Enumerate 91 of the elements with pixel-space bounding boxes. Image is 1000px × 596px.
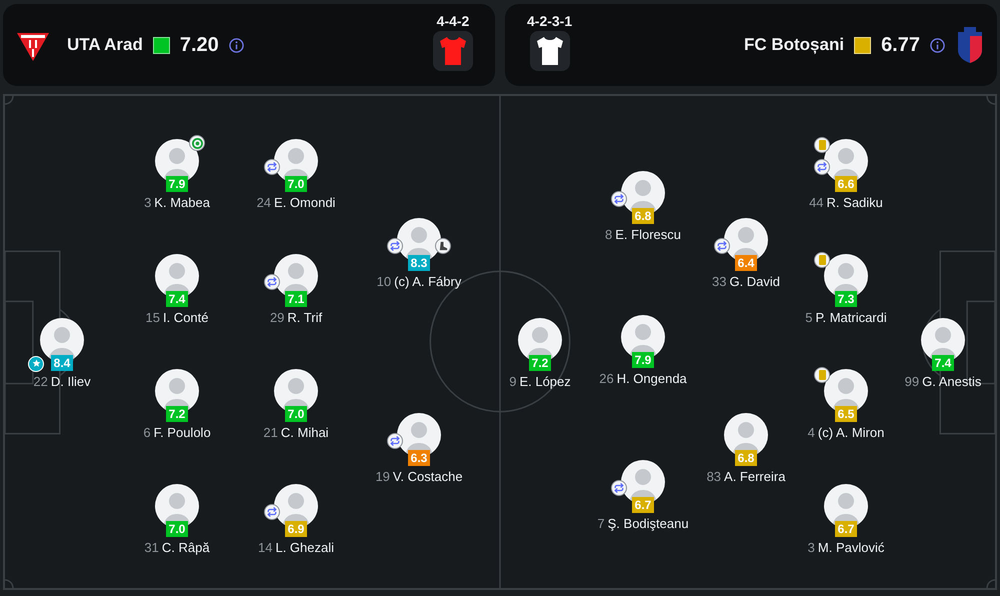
player-rating: 8.4 — [50, 354, 74, 370]
shirt-number: 44 — [809, 195, 824, 210]
boot-icon — [435, 238, 451, 254]
player-name[interactable]: L. Ghezali — [275, 540, 334, 555]
team-rating: 6.77 — [881, 34, 920, 56]
shirt-number: 6 — [143, 425, 151, 440]
player-rating: 7.1 — [284, 291, 308, 307]
shirt-number: 3 — [808, 540, 815, 555]
player-name[interactable]: E. López — [519, 374, 571, 388]
player-name[interactable]: Ş. Bodişteanu — [608, 516, 689, 532]
booking-card-icon — [814, 137, 830, 153]
player-rating: 7.9 — [166, 176, 188, 192]
substitution-icon — [714, 238, 730, 254]
player-name[interactable]: K. Mabea — [154, 195, 210, 210]
shirt-number: 4 — [808, 425, 815, 440]
shirt-number: 24 — [256, 195, 272, 210]
player-name[interactable]: G. Anestis — [922, 374, 982, 388]
player-rating: 6.9 — [284, 521, 308, 537]
team-rating: 7.20 — [180, 34, 219, 56]
player-rating: 7.2 — [166, 406, 188, 422]
substitution-icon — [387, 238, 403, 254]
player-rating: 6.5 — [834, 406, 858, 422]
substitution-icon — [264, 504, 280, 520]
substitution-icon — [814, 159, 830, 175]
player-rating: 7.9 — [632, 352, 654, 368]
player-rating: 7.3 — [834, 291, 858, 307]
player-name[interactable]: C. Râpă — [162, 540, 210, 555]
player-rating: 6.6 — [834, 176, 858, 192]
ball-icon — [189, 135, 205, 151]
team-name[interactable]: UTA Arad — [67, 35, 143, 55]
player-rating: 6.7 — [834, 521, 858, 537]
player-rating: 7.4 — [932, 354, 954, 370]
shirt-number: 7 — [597, 516, 605, 532]
player-rating: 8.3 — [408, 255, 430, 271]
player-rating: 6.8 — [632, 208, 654, 224]
shirt-number: 8 — [605, 226, 612, 242]
shirt-number: 10 — [376, 274, 392, 289]
substitution-icon — [264, 159, 280, 175]
player-name[interactable]: F. Poulolo — [154, 425, 211, 440]
info-icon[interactable] — [228, 38, 244, 52]
shirt-number: 5 — [805, 310, 812, 325]
player-name[interactable]: (c) A. Miron — [818, 425, 884, 440]
player-name[interactable]: C. Mihai — [280, 425, 329, 440]
shirt-number: 31 — [144, 540, 159, 555]
player-name[interactable]: G. David — [729, 274, 780, 289]
player-name[interactable]: R. Trif — [287, 310, 322, 325]
player-name[interactable]: A. Ferreira — [724, 469, 786, 484]
formation: 4-4-2 — [436, 13, 470, 29]
player-name[interactable]: V. Costache — [392, 469, 463, 484]
substitution-icon — [611, 480, 627, 496]
player-rating: 6.4 — [734, 255, 758, 271]
shirt-icon — [439, 36, 467, 66]
player-name[interactable]: H. Ongenda — [616, 371, 687, 386]
player-rating: 6.8 — [734, 450, 758, 466]
shirt-number: 9 — [509, 374, 516, 388]
team-name[interactable]: FC Botoșani — [744, 35, 844, 55]
substitution-icon — [611, 190, 627, 207]
shirt-number: 21 — [263, 425, 278, 440]
player-rating: 7.2 — [528, 354, 552, 370]
shirt-number: 15 — [146, 310, 160, 325]
player-rating: 7.0 — [284, 176, 308, 192]
team-logo-icon — [955, 26, 985, 64]
player-rating: 7.0 — [166, 521, 188, 537]
player-name[interactable]: D. Iliev — [50, 374, 91, 388]
player-rating: 6.7 — [632, 497, 654, 514]
shirt-number: 22 — [33, 374, 48, 388]
shirt-icon — [536, 36, 564, 66]
player-rating: 7.0 — [284, 406, 308, 422]
shirt-number: 26 — [599, 371, 614, 386]
player-name[interactable]: M. Pavlović — [818, 540, 884, 555]
player-name[interactable]: R. Sadiku — [826, 195, 883, 210]
shirt-number: 33 — [712, 274, 726, 289]
player-name[interactable]: (c) A. Fábry — [394, 274, 462, 289]
player-rating: 6.3 — [408, 450, 430, 466]
player-name[interactable]: I. Conté — [162, 310, 208, 325]
shirt-number: 99 — [904, 374, 920, 388]
shirt-number: 14 — [258, 540, 272, 555]
booking-card-icon — [814, 367, 830, 383]
player-name[interactable]: P. Matricardi — [815, 310, 887, 325]
player-name[interactable]: E. Omondi — [274, 195, 336, 210]
substitution-icon — [387, 433, 403, 449]
player-name[interactable]: E. Florescu — [615, 226, 681, 242]
shirt-number: 19 — [375, 469, 390, 484]
booking-card-icon — [814, 252, 830, 268]
shirt-number: 3 — [144, 195, 152, 210]
shirt-number: 29 — [270, 310, 284, 325]
shirt-number: 83 — [706, 469, 722, 484]
formation: 4-2-3-1 — [527, 13, 572, 29]
info-icon[interactable] — [930, 38, 945, 52]
substitution-icon — [264, 274, 280, 290]
player-rating: 7.4 — [166, 291, 188, 307]
